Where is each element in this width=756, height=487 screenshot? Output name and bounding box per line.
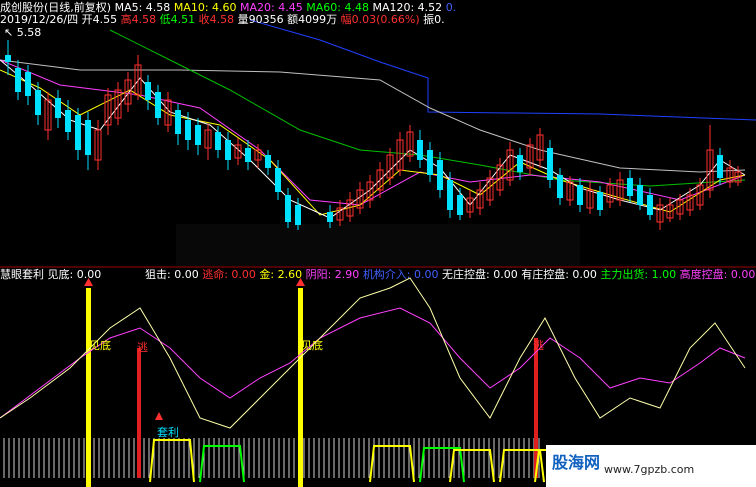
- watermark: 股海网 www.7gpzb.com: [546, 445, 756, 487]
- candle-body: [155, 92, 161, 118]
- header-extra: 0.: [445, 1, 457, 14]
- pulse-line: [449, 449, 495, 483]
- up-arrow-icon: [155, 412, 163, 420]
- up-arrow-icon: [296, 278, 305, 286]
- candle-body: [175, 110, 181, 134]
- candle-body: [35, 90, 41, 115]
- candle-body: [265, 155, 271, 168]
- candle-body: [25, 72, 31, 96]
- candle-body: [637, 185, 643, 205]
- candle-body: [547, 148, 553, 180]
- date-value: 2019/12/26/四: [0, 13, 79, 26]
- candle-body: [185, 120, 191, 140]
- candle-body: [285, 195, 291, 222]
- candle-body: [647, 195, 653, 215]
- volume-panel: [176, 224, 580, 266]
- candle-body: [15, 68, 21, 92]
- pulse-line: [369, 445, 415, 483]
- change-value: 幅0.03(0.66%): [340, 13, 420, 26]
- yellow-line: [0, 277, 746, 429]
- candle-body: [577, 185, 583, 205]
- signal-label-jiandi-2: 见底: [301, 339, 323, 352]
- candle-body: [327, 212, 333, 222]
- low-value: 低4.51: [159, 13, 196, 26]
- candle-body: [195, 125, 201, 145]
- candle-body: [597, 192, 603, 210]
- watermark-logo: 股海网: [552, 453, 601, 472]
- pulse-line: [419, 447, 465, 483]
- pulse-line: [199, 445, 245, 483]
- price-chart[interactable]: [0, 0, 756, 268]
- signal-label-jiandi-1: 见底: [89, 339, 111, 352]
- candle-body: [65, 110, 71, 132]
- chart-header-line2: 2019/12/26/四 开4.55 高4.58 低4.51 收4.58 量90…: [0, 13, 445, 26]
- open-value: 开4.55: [81, 13, 118, 26]
- close-value: 收4.58: [198, 13, 235, 26]
- candle-body: [145, 82, 151, 100]
- candle-body: [437, 160, 443, 190]
- signal-spike-red: [137, 348, 141, 478]
- candle-body: [5, 55, 11, 62]
- candle-body: [457, 195, 463, 215]
- max-price-label: ↖ 5.58: [4, 26, 42, 39]
- candle-body: [85, 120, 91, 155]
- signal-spike-yellow: [86, 288, 91, 487]
- candle-body: [717, 155, 723, 178]
- signal-label-taoli: 套利: [157, 426, 179, 439]
- amplitude-value: 振0.: [423, 13, 445, 26]
- watermark-url: www.7gpzb.com: [604, 463, 695, 476]
- top-right-panel: [428, 0, 756, 112]
- candle-body: [627, 178, 633, 196]
- candle-body: [55, 98, 61, 118]
- high-value: 高4.58: [120, 13, 157, 26]
- candle-body: [245, 148, 251, 162]
- candle-body: [417, 140, 423, 160]
- candle-body: [557, 175, 563, 198]
- pulse-line: [149, 439, 195, 483]
- candle-body: [215, 132, 221, 150]
- amount-value: 额4099万: [287, 13, 338, 26]
- candle-body: [225, 140, 231, 160]
- candle-body: [427, 150, 433, 175]
- signal-label-taoming-1: 逃: [137, 341, 148, 354]
- pink-line: [0, 307, 746, 419]
- arrow-icon: ↖: [4, 26, 14, 39]
- candle-body: [447, 180, 453, 210]
- candle-body: [295, 205, 301, 225]
- up-arrow-icon: [84, 278, 93, 286]
- signal-spike-yellow: [298, 288, 303, 487]
- volume-value: 量90356: [237, 13, 284, 26]
- candle-body: [75, 115, 81, 150]
- candle-body: [517, 155, 523, 172]
- signal-label-taoming-2: 逃: [533, 339, 544, 352]
- candle-body: [275, 168, 281, 192]
